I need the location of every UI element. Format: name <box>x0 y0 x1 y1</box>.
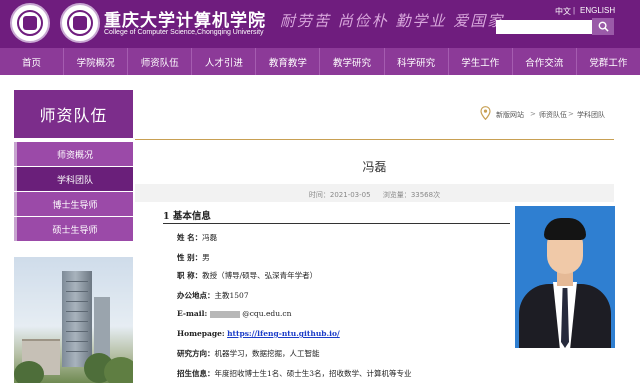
nav-item-teaching-research[interactable]: 教学研究 <box>320 48 385 75</box>
info-label: 姓 名： <box>177 233 203 242</box>
redacted-email-user <box>210 310 241 318</box>
breadcrumb-faculty[interactable]: 师资队伍 <box>539 110 567 120</box>
info-value: 机器学习，数据挖掘，人工智能 <box>214 349 320 358</box>
lang-english-link[interactable]: ENGLISH <box>580 6 615 15</box>
lang-chinese-link[interactable]: 中文 <box>555 6 571 17</box>
tree <box>104 357 133 383</box>
info-row-office: 办公地点：主教1507 <box>177 290 249 301</box>
info-row-enrollment: 招生信息：年度招收博士生1名、硕士生3名，招收数学、计算机等专业 <box>177 368 412 379</box>
info-value: 教授（博导/硕导、弘深青年学者） <box>202 271 318 280</box>
sidebar-item-master-supervisors[interactable]: 硕士生导师 <box>14 217 133 241</box>
sidebar-title: 师资队伍 <box>14 90 133 138</box>
info-row-homepage: Homepage: https://lfeng-ntu.github.io/ <box>177 329 340 338</box>
nav-item-home[interactable]: 首页 <box>0 48 65 75</box>
window-row <box>66 321 88 322</box>
homepage-link[interactable]: https://lfeng-ntu.github.io/ <box>227 329 340 338</box>
info-value: @cqu.edu.cn <box>242 309 292 318</box>
window-row <box>66 341 88 342</box>
info-row-email: E-mail: @cqu.edu.cn <box>177 309 291 318</box>
site-header: 重庆大学计算机学院 College of Computer Science,Ch… <box>0 0 640 48</box>
article-meta: 时间：2021-03-05 浏览量：33568次 <box>135 190 614 200</box>
university-logo[interactable] <box>10 3 50 43</box>
university-motto: 耐劳苦 尚俭朴 勤学业 爱国家 <box>280 12 505 30</box>
window-row <box>66 281 88 282</box>
search-icon <box>598 21 609 32</box>
breadcrumb-discipline-teams[interactable]: 学科团队 <box>577 110 605 120</box>
nav-item-cooperation[interactable]: 合作交流 <box>513 48 577 75</box>
brand-name-en: College of Computer Science,Chongqing Un… <box>104 29 264 36</box>
sidebar-item-phd-supervisors[interactable]: 博士生导师 <box>14 192 133 216</box>
nav-item-recruitment[interactable]: 人才引进 <box>192 48 257 75</box>
tree <box>14 361 44 383</box>
breadcrumb-divider <box>135 139 614 140</box>
nav-item-party-work[interactable]: 党群工作 <box>577 48 640 75</box>
info-value: 主教1507 <box>214 291 249 300</box>
college-logo[interactable] <box>60 3 100 43</box>
breadcrumb-separator: > <box>568 110 574 118</box>
main-nav: 首页 学院概况 师资队伍 人才引进 教育教学 教学研究 科学研究 学生工作 合作… <box>0 48 640 75</box>
lang-separator: | <box>573 6 576 15</box>
profile-photo <box>515 206 615 348</box>
nav-item-faculty[interactable]: 师资队伍 <box>128 48 193 75</box>
nav-item-overview[interactable]: 学院概况 <box>64 48 129 75</box>
sidebar-item-discipline-teams[interactable]: 学科团队 <box>14 167 133 191</box>
window-row <box>66 291 88 292</box>
info-label: 性 别： <box>177 253 203 262</box>
nav-item-research[interactable]: 科学研究 <box>385 48 449 75</box>
breadcrumb-separator: > <box>530 110 536 118</box>
search-input[interactable] <box>496 20 592 34</box>
info-row-gender: 性 别：男 <box>177 252 210 263</box>
sidebar-menu: 师资概况 学科团队 博士生导师 硕士生导师 <box>14 142 133 242</box>
view-count: 浏览量：33568次 <box>383 191 440 199</box>
info-row-name: 姓 名：冯磊 <box>177 232 217 243</box>
window-row <box>66 351 88 352</box>
info-label: 研究方向： <box>177 349 215 358</box>
publish-time: 时间：2021-03-05 <box>309 191 371 199</box>
nav-item-student-affairs[interactable]: 学生工作 <box>449 48 513 75</box>
info-value: 冯磊 <box>202 233 218 242</box>
info-label: 职 称： <box>177 271 203 280</box>
logo-core <box>73 16 87 30</box>
page-title: 冯磊 <box>362 160 387 174</box>
view-count-value: 33568次 <box>410 191 441 199</box>
building-tower <box>62 271 92 367</box>
info-value: 年度招收博士生1名、硕士生3名，招收数学、计算机等专业 <box>214 369 412 378</box>
publish-time-value: 2021-03-05 <box>329 191 371 199</box>
window-row <box>66 331 88 332</box>
window-row <box>66 301 88 302</box>
info-label: 招生信息： <box>177 369 215 378</box>
info-row-research: 研究方向：机器学习，数据挖掘，人工智能 <box>177 348 320 359</box>
location-pin-icon <box>480 106 491 120</box>
window-row <box>66 311 88 312</box>
logo-core <box>23 16 37 30</box>
publish-time-label: 时间： <box>308 191 330 199</box>
nav-item-education[interactable]: 教育教学 <box>256 48 321 75</box>
search-button[interactable] <box>592 18 614 35</box>
info-label: 办公地点： <box>177 291 215 300</box>
breadcrumb-new-site[interactable]: 新版网站 <box>496 110 524 120</box>
photo-hair <box>544 218 586 240</box>
brand-name-cn[interactable]: 重庆大学计算机学院 <box>104 6 266 31</box>
campus-building-photo <box>14 257 133 383</box>
section-heading: 1 基本信息 <box>163 211 211 222</box>
section-divider <box>163 223 510 224</box>
info-label: Homepage: <box>177 329 225 338</box>
view-count-label: 浏览量： <box>382 191 411 199</box>
info-row-title: 职 称：教授（博导/硕导、弘深青年学者） <box>177 270 317 281</box>
sidebar-item-faculty-overview[interactable]: 师资概况 <box>14 142 133 166</box>
info-value: 男 <box>202 253 210 262</box>
info-label: E-mail: <box>177 309 208 318</box>
